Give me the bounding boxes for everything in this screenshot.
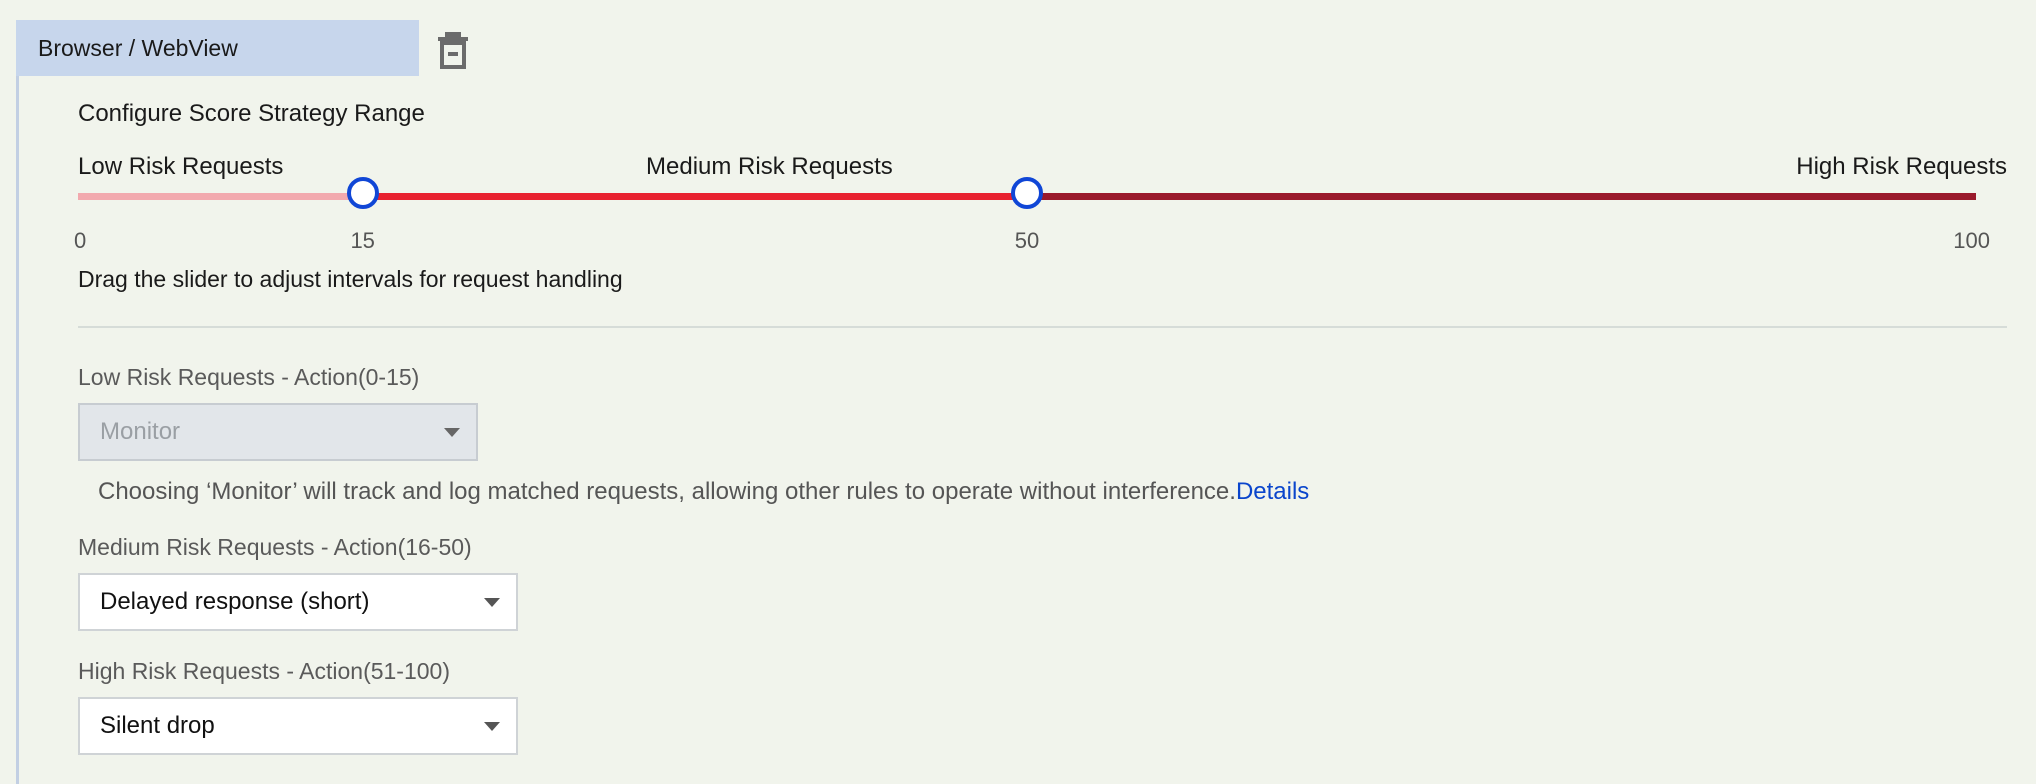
details-link[interactable]: Details	[1236, 478, 1309, 505]
low-action-value: Monitor	[100, 418, 181, 445]
group-tab[interactable]: Browser / WebView	[16, 20, 419, 76]
divider	[78, 326, 2007, 328]
slider-hint: Drag the slider to adjust intervals for …	[78, 266, 623, 292]
slider-track-low	[78, 193, 363, 200]
high-action-value: Silent drop	[100, 712, 215, 739]
chevron-down-icon	[484, 598, 500, 607]
chevron-down-icon	[484, 722, 500, 731]
medium-action-select[interactable]: Delayed response (short)	[78, 573, 518, 631]
slider-tick-label: 15	[350, 228, 375, 253]
slider-tick-label: 0	[74, 228, 87, 253]
high-action-select[interactable]: Silent drop	[78, 697, 518, 755]
low-action-select: Monitor	[78, 403, 478, 461]
trash-icon	[438, 32, 468, 69]
slider-track-medium	[362, 193, 1027, 200]
delete-button[interactable]	[434, 30, 472, 70]
slider-tick-label: 100	[1953, 228, 1990, 253]
low-action-label: Low Risk Requests - Action(0-15)	[78, 364, 420, 390]
slider-tick-label: 50	[1014, 228, 1040, 253]
group-tab-label: Browser / WebView	[38, 34, 238, 61]
monitor-help-body: Choosing ‘Monitor’ will track and log ma…	[98, 478, 1236, 505]
slider-track-high	[1027, 193, 1976, 200]
section-title: Configure Score Strategy Range	[78, 100, 425, 127]
chevron-down-icon	[444, 428, 460, 437]
slider-thumb-medium-high[interactable]	[1011, 177, 1043, 209]
slider-thumb-low-medium[interactable]	[346, 177, 379, 209]
group-rail	[16, 76, 19, 784]
medium-action-value: Delayed response (short)	[100, 588, 370, 615]
monitor-help-text: Choosing ‘Monitor’ will track and log ma…	[98, 478, 1309, 506]
high-action-label: High Risk Requests - Action(51-100)	[78, 658, 450, 684]
score-range-slider[interactable]	[78, 175, 1976, 217]
medium-action-label: Medium Risk Requests - Action(16-50)	[78, 534, 472, 560]
